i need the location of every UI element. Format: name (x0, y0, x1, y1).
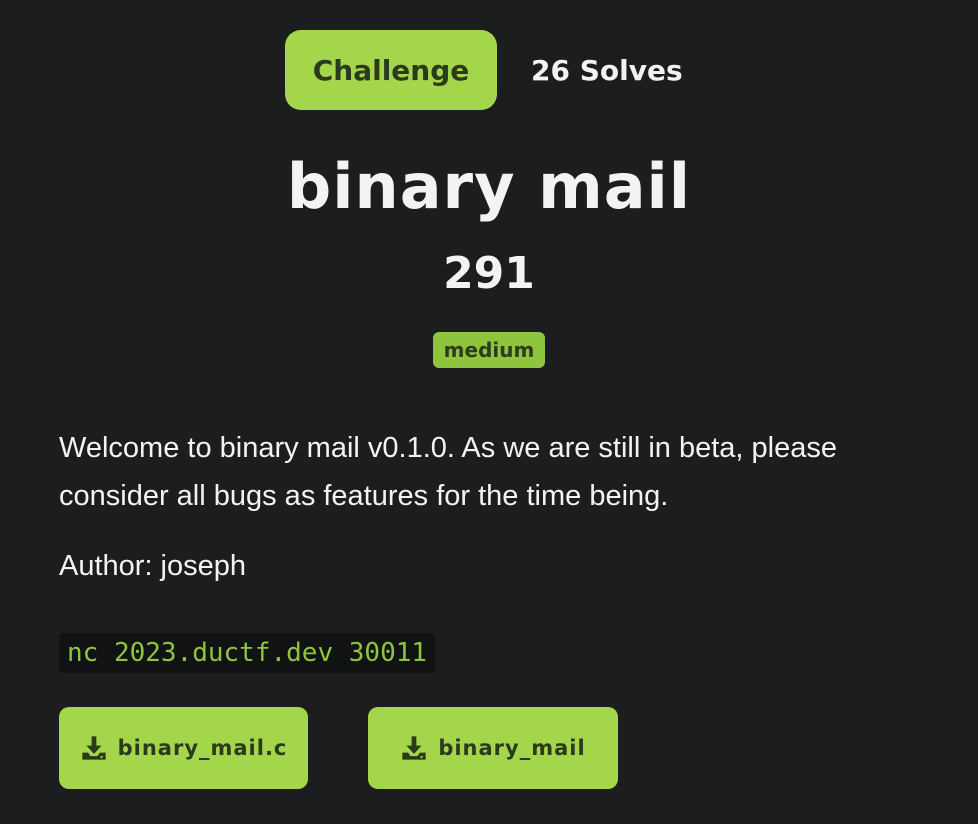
challenge-tabs: Challenge 26 Solves (285, 30, 683, 110)
file-name: binary_mail.c (117, 736, 288, 760)
challenge-title: binary mail (286, 150, 692, 223)
challenge-author: Author: joseph (59, 550, 247, 582)
challenge-points: 291 (443, 248, 535, 299)
file-name: binary_mail (438, 736, 586, 760)
download-icon (80, 734, 108, 762)
download-icon (400, 734, 428, 762)
difficulty-badge-container: medium (0, 332, 978, 368)
tab-solves[interactable]: 26 Solves (531, 54, 683, 87)
download-binary-mail-c-button[interactable]: binary_mail.c (59, 707, 308, 789)
tab-challenge[interactable]: Challenge (285, 30, 497, 110)
difficulty-badge: medium (432, 332, 546, 368)
download-binary-mail-button[interactable]: binary_mail (368, 707, 618, 789)
challenge-description: Welcome to binary mail v0.1.0. As we are… (59, 432, 838, 512)
connection-command: nc 2023.ductf.dev 30011 (59, 633, 436, 673)
